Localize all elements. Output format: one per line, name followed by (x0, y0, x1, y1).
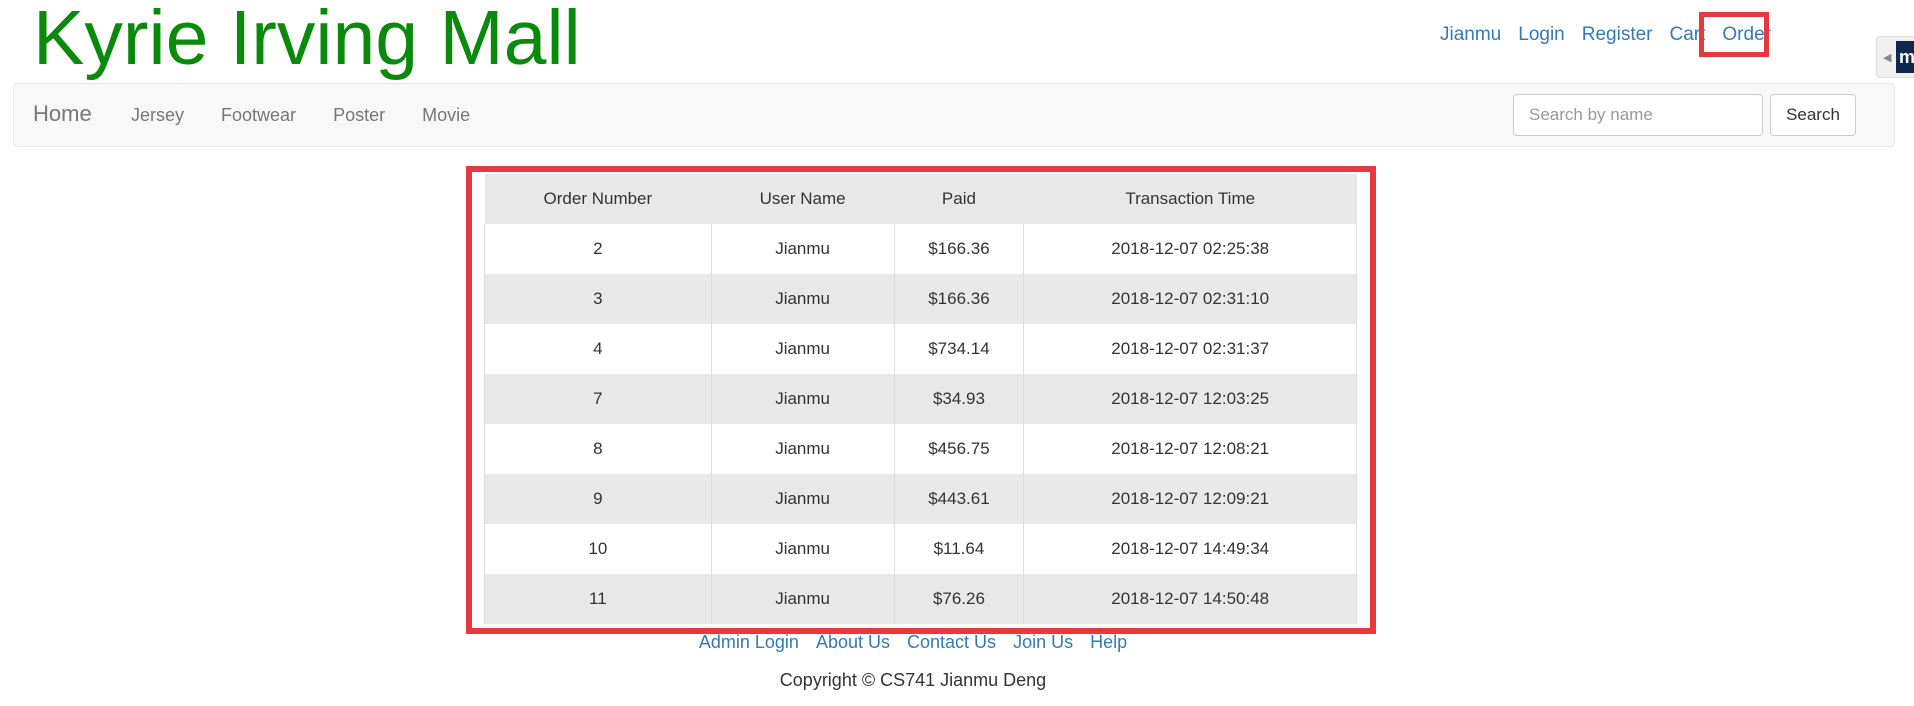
nav-home[interactable]: Home (33, 101, 92, 127)
main-navbar: Home Jersey Footwear Poster Movie Search (13, 83, 1895, 147)
cell-order-number: 4 (484, 324, 712, 374)
orders-table: Order Number User Name Paid Transaction … (484, 174, 1357, 624)
nav-categories: Jersey Footwear Poster Movie (131, 105, 507, 126)
table-row: 8 Jianmu $456.75 2018-12-07 12:08:21 (484, 424, 1357, 474)
cell-order-number: 7 (484, 374, 712, 424)
header-paid: Paid (894, 174, 1024, 224)
cell-order-number: 11 (484, 574, 712, 624)
table-row: 7 Jianmu $34.93 2018-12-07 12:03:25 (484, 374, 1357, 424)
cell-paid: $166.36 (893, 274, 1024, 324)
register-link[interactable]: Register (1582, 22, 1653, 48)
search-button[interactable]: Search (1770, 94, 1856, 136)
cell-user-name: Jianmu (710, 424, 894, 474)
cell-user-name: Jianmu (710, 374, 894, 424)
nav-item-poster[interactable]: Poster (333, 105, 385, 126)
cell-paid: $11.64 (893, 524, 1024, 574)
order-link[interactable]: Order (1722, 22, 1771, 48)
cart-link[interactable]: Cart (1670, 22, 1706, 48)
cell-transaction-time: 2018-12-07 02:25:38 (1023, 224, 1357, 274)
search-input[interactable] (1513, 94, 1763, 136)
table-row: 3 Jianmu $166.36 2018-12-07 02:31:10 (484, 274, 1357, 324)
cell-order-number: 10 (484, 524, 712, 574)
header-order-number: Order Number (484, 174, 712, 224)
table-row: 9 Jianmu $443.61 2018-12-07 12:09:21 (484, 474, 1357, 524)
cell-paid: $443.61 (893, 474, 1024, 524)
cell-transaction-time: 2018-12-07 14:50:48 (1023, 574, 1357, 624)
cell-user-name: Jianmu (710, 324, 894, 374)
copyright-text: Copyright © CS741 Jianmu Deng (0, 670, 1914, 691)
widget-badge: me (1896, 41, 1914, 73)
cell-paid: $456.75 (893, 424, 1024, 474)
table-row: 4 Jianmu $734.14 2018-12-07 02:31:37 (484, 324, 1357, 374)
page: Kyrie Irving Mall Jianmu Login Register … (0, 0, 1914, 706)
table-row: 10 Jianmu $11.64 2018-12-07 14:49:34 (484, 524, 1357, 574)
table-row: 2 Jianmu $166.36 2018-12-07 02:25:38 (484, 224, 1357, 274)
cell-transaction-time: 2018-12-07 12:09:21 (1023, 474, 1357, 524)
cell-user-name: Jianmu (710, 524, 894, 574)
top-links: Jianmu Login Register Cart Order (1440, 22, 1771, 48)
login-link[interactable]: Login (1518, 22, 1565, 48)
cell-transaction-time: 2018-12-07 02:31:10 (1023, 274, 1357, 324)
table-row: 11 Jianmu $76.26 2018-12-07 14:50:48 (484, 574, 1357, 624)
site-title: Kyrie Irving Mall (33, 0, 581, 81)
side-widget[interactable]: ◀ me (1876, 36, 1914, 78)
footer-contact-us[interactable]: Contact Us (907, 632, 996, 652)
cell-order-number: 9 (484, 474, 712, 524)
cell-order-number: 8 (484, 424, 712, 474)
footer-help[interactable]: Help (1090, 632, 1127, 652)
footer-admin-login[interactable]: Admin Login (699, 632, 799, 652)
cell-transaction-time: 2018-12-07 14:49:34 (1023, 524, 1357, 574)
cell-paid: $734.14 (893, 324, 1024, 374)
cell-order-number: 3 (484, 274, 712, 324)
header-transaction-time: Transaction Time (1023, 174, 1357, 224)
cell-paid: $34.93 (893, 374, 1024, 424)
cell-user-name: Jianmu (710, 274, 894, 324)
cell-transaction-time: 2018-12-07 12:03:25 (1023, 374, 1357, 424)
footer-links: Admin Login About Us Contact Us Join Us … (0, 632, 1914, 653)
cell-user-name: Jianmu (710, 474, 894, 524)
cell-paid: $166.36 (893, 224, 1024, 274)
user-link[interactable]: Jianmu (1440, 22, 1501, 48)
cell-user-name: Jianmu (710, 224, 894, 274)
header-user-name: User Name (711, 174, 894, 224)
footer-join-us[interactable]: Join Us (1013, 632, 1073, 652)
footer-about-us[interactable]: About Us (816, 632, 890, 652)
copyright-label: Copyright © CS741 Jianmu Deng (779, 670, 1047, 690)
cell-transaction-time: 2018-12-07 12:08:21 (1023, 424, 1357, 474)
cell-paid: $76.26 (893, 574, 1024, 624)
nav-item-jersey[interactable]: Jersey (131, 105, 184, 126)
cell-user-name: Jianmu (710, 574, 894, 624)
nav-item-movie[interactable]: Movie (422, 105, 470, 126)
chevron-left-icon: ◀ (1883, 52, 1892, 64)
table-header-row: Order Number User Name Paid Transaction … (484, 174, 1357, 224)
cell-transaction-time: 2018-12-07 02:31:37 (1023, 324, 1357, 374)
nav-item-footwear[interactable]: Footwear (221, 105, 296, 126)
cell-order-number: 2 (484, 224, 712, 274)
